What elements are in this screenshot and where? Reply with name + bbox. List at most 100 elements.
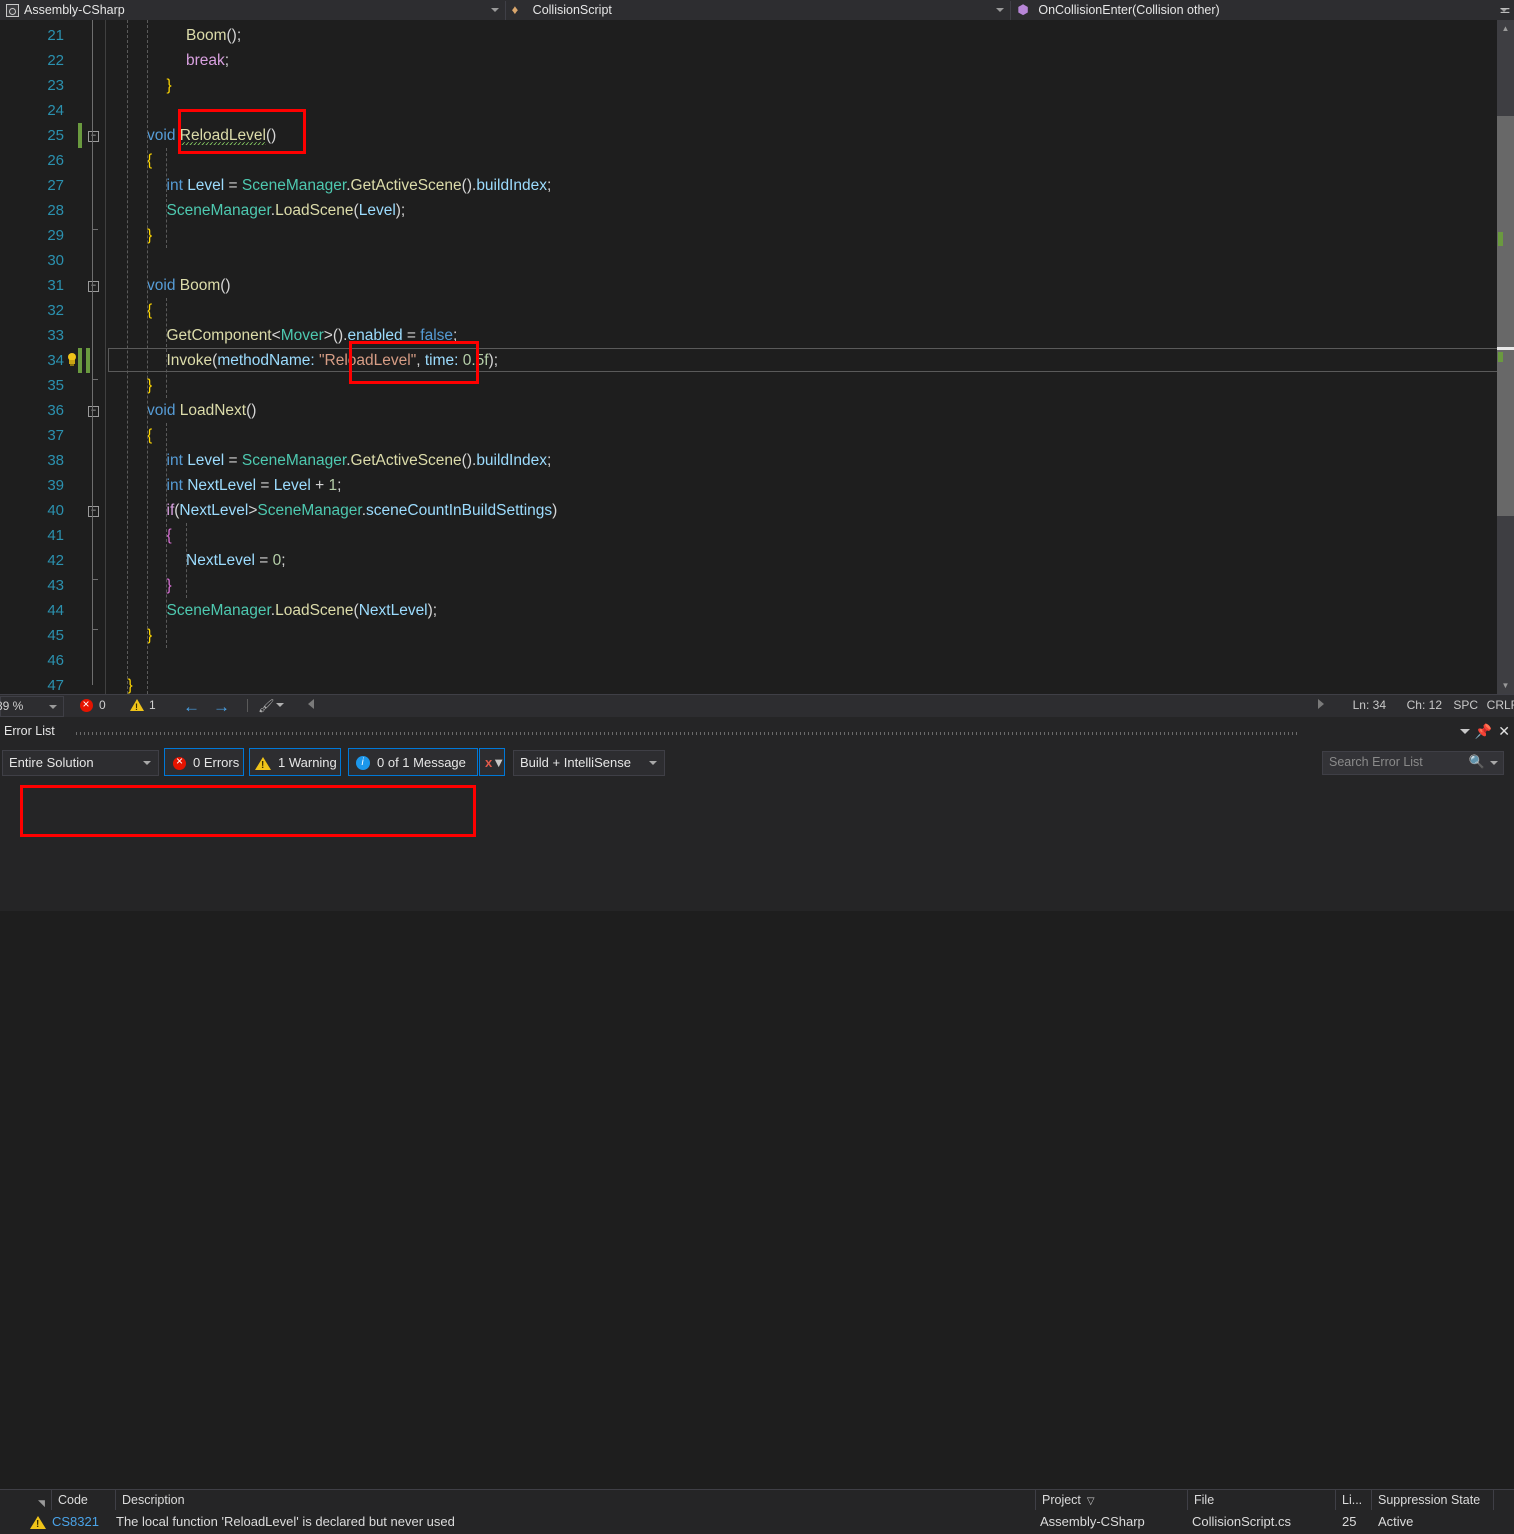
code-token: SceneManager xyxy=(167,202,271,219)
scroll-up-icon[interactable]: ▲ xyxy=(1497,20,1514,37)
code-token: LoadScene xyxy=(275,602,353,619)
code-fold-toggle[interactable]: − xyxy=(88,131,99,142)
errors-filter-button[interactable]: 0 Errors xyxy=(164,748,244,776)
status-line-ending[interactable]: CRLF xyxy=(1487,698,1514,712)
error-icon xyxy=(80,699,93,712)
code-line[interactable]: 24 xyxy=(0,98,1500,123)
code-token: ; xyxy=(225,52,229,69)
code-line[interactable]: 34Invoke(methodName: "ReloadLevel", time… xyxy=(0,348,1500,373)
line-number: 30 xyxy=(0,248,64,273)
messages-filter-button[interactable]: 0 of 1 Message xyxy=(348,748,478,776)
split-window-icon[interactable]: ⚌ xyxy=(1498,2,1512,17)
scroll-left-icon[interactable] xyxy=(308,699,314,709)
code-token: () xyxy=(220,277,230,294)
column-header-line[interactable]: Li... xyxy=(1336,1490,1372,1510)
column-header-description[interactable]: Description xyxy=(116,1490,1036,1510)
code-line[interactable]: 41{ xyxy=(0,523,1500,548)
warnings-filter-button[interactable]: 1 Warning xyxy=(249,748,341,776)
status-indentation-mode[interactable]: SPC xyxy=(1453,698,1478,712)
code-token: Level xyxy=(359,202,396,219)
navbar-member-dropdown[interactable]: ⬢ OnCollisionEnter(Collision other) xyxy=(1011,1,1514,20)
code-line[interactable]: 31void Boom()− xyxy=(0,273,1500,298)
code-line[interactable]: 32{ xyxy=(0,298,1500,323)
code-token: 1 xyxy=(329,477,338,494)
navbar-project-dropdown[interactable]: Assembly-CSharp xyxy=(0,1,506,20)
row-line: 25 xyxy=(1342,1510,1356,1534)
code-line[interactable]: 45} xyxy=(0,623,1500,648)
code-line[interactable]: 26{ xyxy=(0,148,1500,173)
code-line[interactable]: 22break; xyxy=(0,48,1500,73)
code-fold-toggle[interactable]: − xyxy=(88,406,99,417)
code-token: Invoke xyxy=(167,352,213,369)
code-token: break xyxy=(186,52,225,69)
code-line[interactable]: 21Boom(); xyxy=(0,23,1500,48)
status-warning-count: 1 xyxy=(149,698,156,712)
search-icon[interactable]: 🔍 xyxy=(1469,754,1485,770)
scroll-caret-marker xyxy=(1497,347,1514,350)
brush-icon[interactable]: 🖌 xyxy=(258,698,275,714)
lightbulb-icon[interactable] xyxy=(66,353,78,368)
pin-icon[interactable]: 📌 xyxy=(1475,723,1492,740)
scope-dropdown[interactable]: Entire Solution xyxy=(2,750,159,776)
back-arrow-icon[interactable]: ← xyxy=(183,697,200,717)
error-list-toolbar: Entire Solution 0 Errors 1 Warning 0 of … xyxy=(0,747,1514,783)
code-line[interactable]: 43} xyxy=(0,573,1500,598)
code-token: enabled xyxy=(347,327,402,344)
code-line[interactable]: 39int NextLevel = Level + 1; xyxy=(0,473,1500,498)
line-number: 26 xyxy=(0,148,64,173)
chevron-down-icon[interactable] xyxy=(1460,729,1470,734)
code-line[interactable]: 44SceneManager.LoadScene(NextLevel); xyxy=(0,598,1500,623)
clear-filter-icon: x▼ xyxy=(485,755,505,770)
sort-descending-icon: ▽ xyxy=(1087,1492,1095,1512)
line-number: 39 xyxy=(0,473,64,498)
code-line[interactable]: 47} xyxy=(0,673,1500,694)
column-header-severity[interactable]: ◥ xyxy=(0,1490,52,1510)
search-error-list-box[interactable]: Search Error List 🔍 xyxy=(1322,751,1504,775)
column-header-suppression-state[interactable]: Suppression State xyxy=(1372,1490,1494,1510)
code-line[interactable]: 46 xyxy=(0,648,1500,673)
column-header-file[interactable]: File xyxy=(1188,1490,1336,1510)
code-line[interactable]: 36void LoadNext()− xyxy=(0,398,1500,423)
code-token: time: xyxy=(425,352,459,369)
code-line[interactable]: 42NextLevel = 0; xyxy=(0,548,1500,573)
code-fold-toggle[interactable]: − xyxy=(88,506,99,517)
row-code[interactable]: CS8321 xyxy=(52,1510,99,1534)
status-line-number: Ln: 34 xyxy=(1353,698,1386,712)
build-filter-dropdown[interactable]: Build + IntelliSense xyxy=(513,750,665,776)
code-token: GetComponent xyxy=(167,327,272,344)
column-header-code[interactable]: Code xyxy=(52,1490,116,1510)
code-line[interactable]: 27int Level = SceneManager.GetActiveScen… xyxy=(0,173,1500,198)
column-header-project[interactable]: Project▽ xyxy=(1036,1490,1188,1510)
code-line[interactable]: 35} xyxy=(0,373,1500,398)
scrollbar-thumb[interactable] xyxy=(1497,116,1514,516)
line-number: 25 xyxy=(0,123,64,148)
zoom-level-dropdown[interactable]: 89 % xyxy=(0,696,64,717)
scroll-down-icon[interactable]: ▼ xyxy=(1497,677,1514,694)
code-line[interactable]: 29} xyxy=(0,223,1500,248)
code-line[interactable]: 40if(NextLevel>SceneManager.sceneCountIn… xyxy=(0,498,1500,523)
status-divider xyxy=(247,699,248,712)
editor-vertical-scrollbar[interactable]: ▲ ▼ xyxy=(1497,20,1514,694)
code-line[interactable]: 37{ xyxy=(0,423,1500,448)
chevron-down-icon[interactable] xyxy=(276,703,284,707)
chevron-down-icon[interactable] xyxy=(1490,761,1498,765)
code-line[interactable]: 25void ReloadLevel()− xyxy=(0,123,1500,148)
code-line[interactable]: 28SceneManager.LoadScene(Level); xyxy=(0,198,1500,223)
forward-arrow-icon[interactable]: → xyxy=(213,697,230,717)
table-row[interactable]: CS8321 The local function 'ReloadLevel' … xyxy=(0,1510,1514,1534)
row-description: The local function 'ReloadLevel' is decl… xyxy=(116,1510,455,1534)
code-line[interactable]: 33GetComponent<Mover>().enabled = false; xyxy=(0,323,1500,348)
code-editor[interactable]: 21Boom();22break;23}2425void ReloadLevel… xyxy=(0,20,1514,694)
scroll-right-icon[interactable] xyxy=(1318,699,1324,709)
code-fold-toggle[interactable]: − xyxy=(88,281,99,292)
line-number: 37 xyxy=(0,423,64,448)
code-line[interactable]: 38int Level = SceneManager.GetActiveScen… xyxy=(0,448,1500,473)
code-line[interactable]: 23} xyxy=(0,73,1500,98)
clear-filter-button[interactable]: x▼ xyxy=(479,748,505,776)
code-token: 0.5f xyxy=(463,352,489,369)
navbar-type-dropdown[interactable]: ♦ CollisionScript xyxy=(506,1,1012,20)
code-line[interactable]: 30 xyxy=(0,248,1500,273)
code-token: buildIndex xyxy=(476,177,547,194)
status-column-number: Ch: 12 xyxy=(1407,698,1442,712)
close-icon[interactable]: ✕ xyxy=(1498,723,1510,740)
